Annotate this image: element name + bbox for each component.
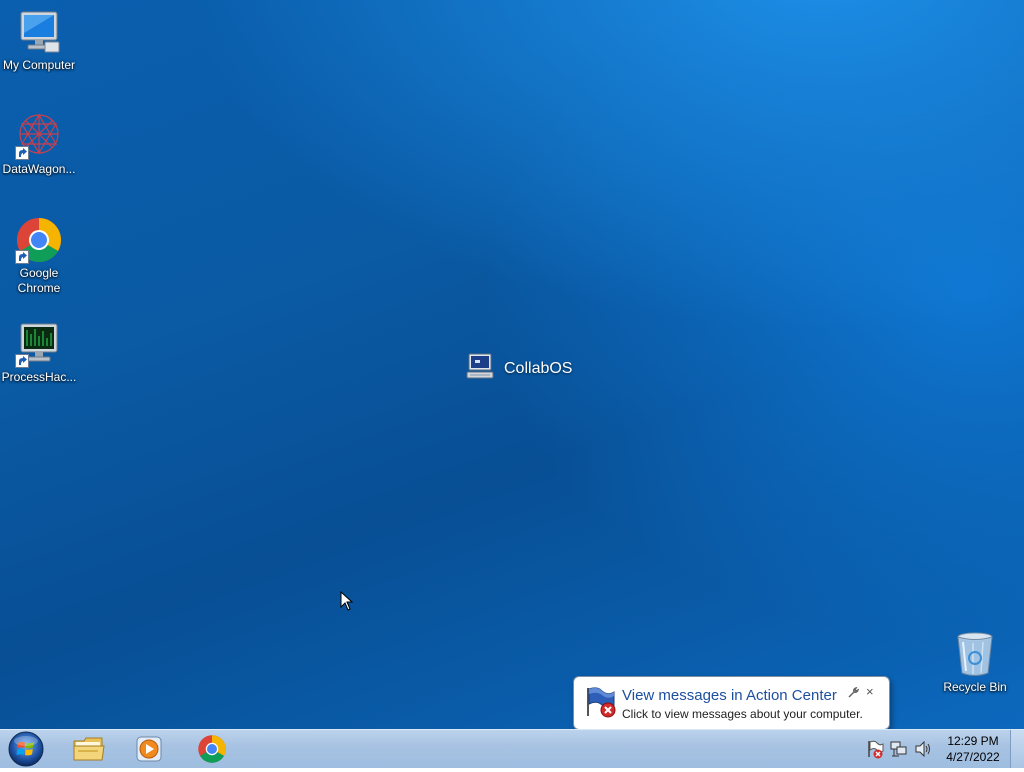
- shortcut-arrow-icon: [15, 354, 29, 368]
- settings-wrench-icon[interactable]: [847, 686, 860, 704]
- collabos-icon: [466, 352, 494, 385]
- start-orb-icon: [8, 731, 44, 767]
- desktop: My Computer DataWagon... Google Chrome P…: [0, 0, 1024, 729]
- close-icon[interactable]: ×: [866, 684, 874, 699]
- taskbar: 12:29 PM 4/27/2022: [0, 729, 1024, 768]
- tray-volume-icon[interactable]: [914, 740, 932, 762]
- clock-date: 4/27/2022: [946, 750, 1000, 764]
- taskbar-clock[interactable]: 12:29 PM 4/27/2022: [940, 733, 1006, 765]
- chrome-icon: [198, 735, 226, 763]
- notification-subtitle: Click to view messages about your comput…: [622, 707, 863, 721]
- processhacker-icon: [15, 320, 63, 368]
- media-player-icon: [136, 736, 162, 762]
- computer-icon: [15, 8, 63, 56]
- desktop-icon-datawagon[interactable]: DataWagon...: [0, 112, 78, 177]
- desktop-icon-label: My Computer: [2, 58, 76, 72]
- mouse-cursor-icon: [340, 590, 354, 616]
- desktop-icon-label: Google Chrome: [17, 266, 61, 295]
- tray-network-icon[interactable]: [890, 741, 908, 762]
- notification-title[interactable]: View messages in Action Center: [622, 687, 837, 704]
- desktop-icon-google-chrome[interactable]: Google Chrome: [0, 216, 78, 296]
- notification-balloon[interactable]: View messages in Action Center Click to …: [573, 676, 890, 729]
- taskbar-chrome[interactable]: [185, 732, 239, 766]
- show-desktop-button[interactable]: [1010, 730, 1024, 768]
- desktop-icon-recycle-bin[interactable]: Recycle Bin: [936, 630, 1014, 695]
- start-button[interactable]: [6, 731, 46, 767]
- action-center-flag-icon: [584, 686, 618, 723]
- desktop-icon-label: DataWagon...: [2, 162, 76, 176]
- taskbar-file-explorer[interactable]: [62, 732, 116, 766]
- recycle-bin-icon: [951, 630, 999, 678]
- desktop-icon-label: ProcessHac...: [1, 370, 77, 384]
- datawagon-icon: [15, 112, 63, 160]
- clock-time: 12:29 PM: [947, 734, 999, 748]
- taskbar-media-player[interactable]: [122, 732, 176, 766]
- collabos-label: CollabOS: [466, 352, 572, 385]
- folder-icon: [73, 737, 105, 761]
- shortcut-arrow-icon: [15, 146, 29, 160]
- collabos-text: CollabOS: [504, 359, 573, 377]
- tray-action-center-icon[interactable]: [866, 739, 884, 764]
- chrome-icon: [15, 216, 63, 264]
- desktop-icon-my-computer[interactable]: My Computer: [0, 8, 78, 73]
- desktop-icon-processhacker[interactable]: ProcessHac...: [0, 320, 78, 385]
- shortcut-arrow-icon: [15, 250, 29, 264]
- desktop-icon-label: Recycle Bin: [943, 680, 1007, 694]
